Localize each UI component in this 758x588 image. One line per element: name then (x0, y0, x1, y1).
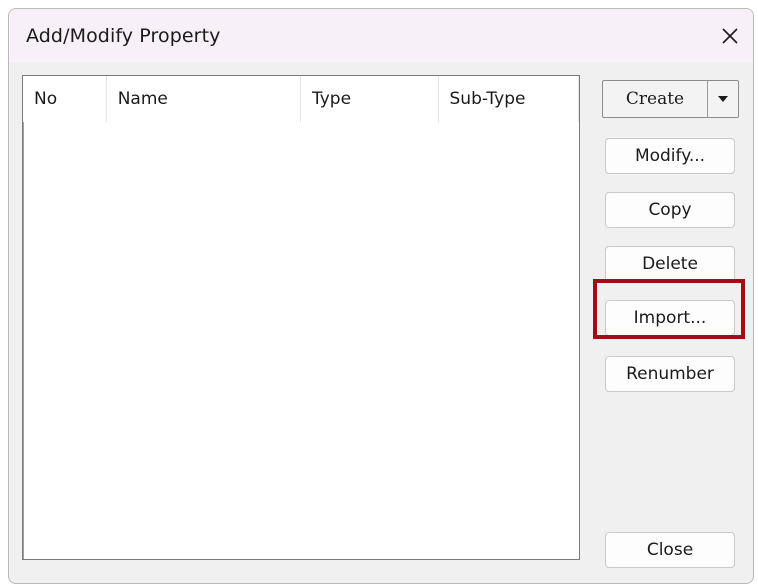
close-button[interactable]: Close (605, 532, 735, 568)
modify-button[interactable]: Modify... (605, 138, 735, 174)
close-icon (722, 28, 738, 44)
dropdown-arrow-icon (718, 96, 728, 102)
delete-button[interactable]: Delete (605, 246, 735, 282)
import-button[interactable]: Import... (605, 300, 735, 336)
column-header-type[interactable]: Type (301, 76, 439, 122)
title-bar: Add/Modify Property (9, 9, 753, 63)
column-header-sub-type[interactable]: Sub-Type (439, 76, 579, 122)
renumber-button[interactable]: Renumber (605, 356, 735, 392)
copy-button[interactable]: Copy (605, 192, 735, 228)
column-header-name[interactable]: Name (107, 76, 301, 122)
create-split-button: Create (602, 80, 739, 118)
property-list[interactable]: No Name Type Sub-Type (22, 75, 580, 560)
create-dropdown-button[interactable] (708, 81, 738, 117)
window-title: Add/Modify Property (26, 25, 221, 47)
close-window-button[interactable] (707, 9, 753, 63)
create-button[interactable]: Create (603, 81, 708, 117)
list-body[interactable] (23, 122, 579, 559)
list-header: No Name Type Sub-Type (23, 76, 579, 122)
column-header-no[interactable]: No (23, 76, 107, 122)
